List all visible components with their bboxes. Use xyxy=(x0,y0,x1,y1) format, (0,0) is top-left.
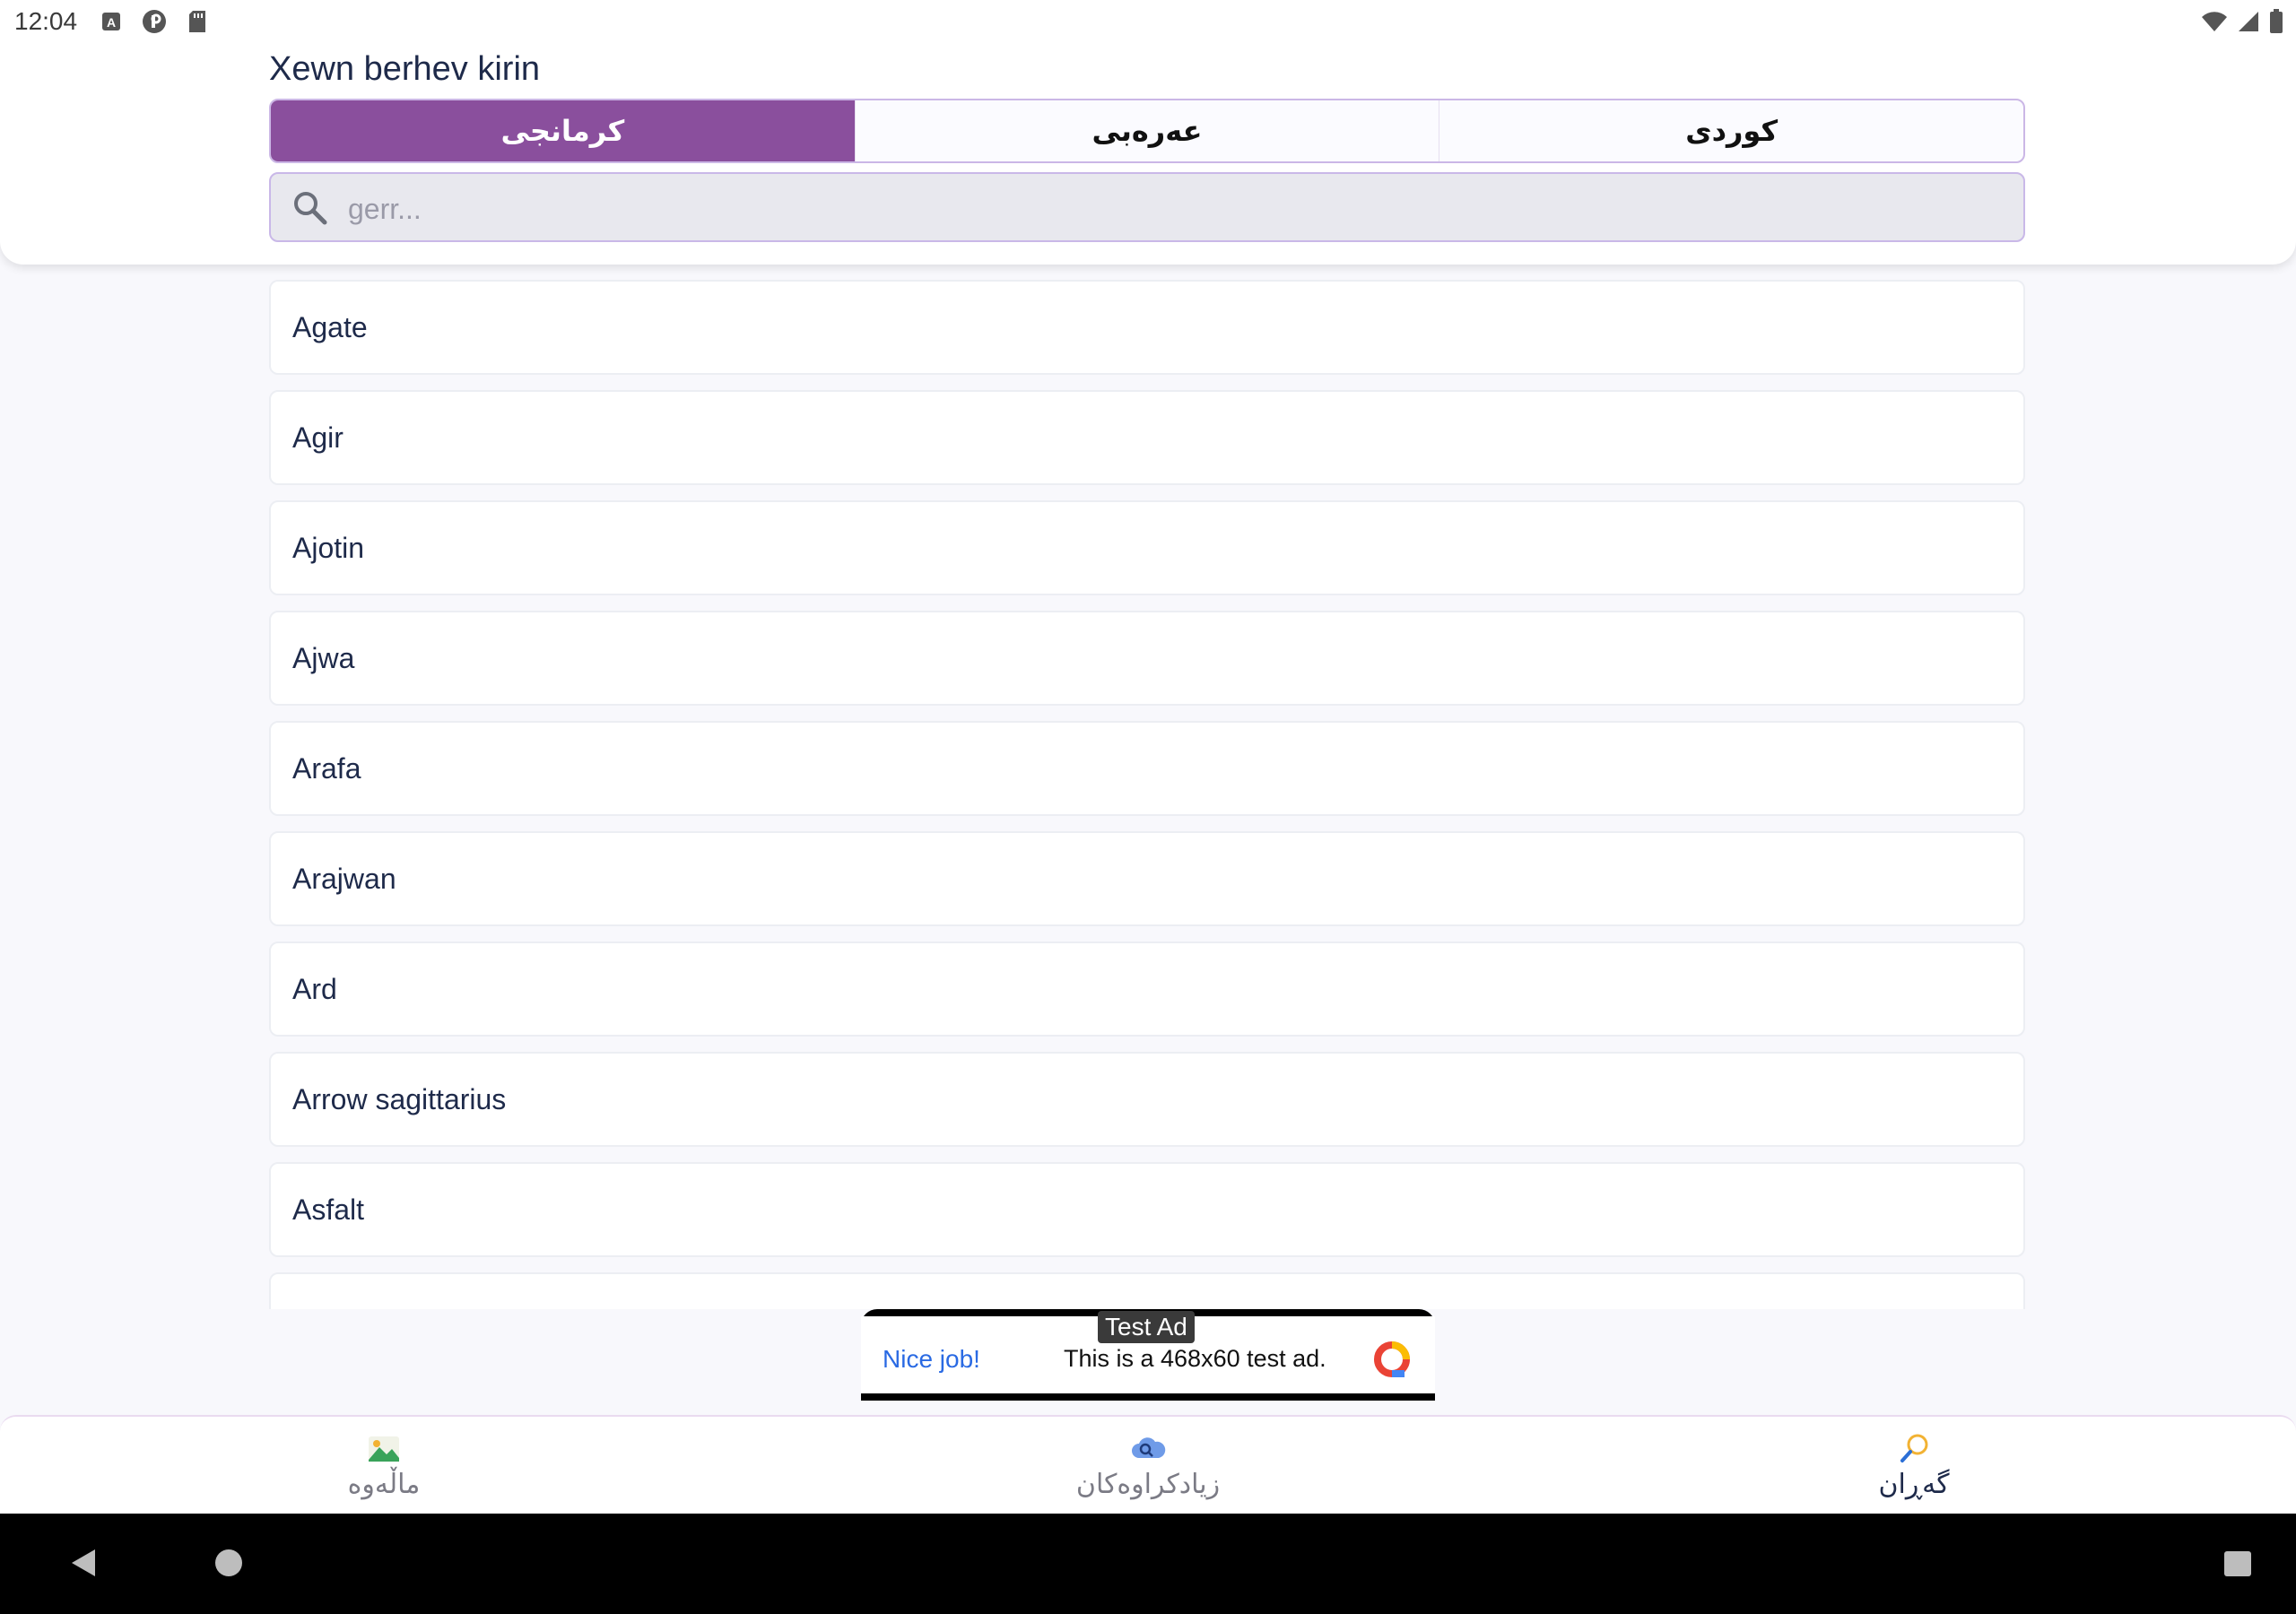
list-item-label: Ard xyxy=(292,973,337,1005)
search-input[interactable] xyxy=(346,183,2000,235)
ad-logo-icon xyxy=(1374,1341,1410,1377)
list-item[interactable]: Agate xyxy=(269,280,2025,375)
list-item-label: Ajotin xyxy=(292,532,365,564)
list-item[interactable]: Arafa xyxy=(269,721,2025,816)
list-item[interactable]: Ajwa xyxy=(269,611,2025,706)
system-navigation-bar xyxy=(0,1514,2296,1614)
system-status-icons xyxy=(2201,9,2283,34)
list-item-partial[interactable] xyxy=(269,1272,2025,1309)
list-item[interactable]: Asfalt xyxy=(269,1162,2025,1257)
ad-body: This is a 468x60 test ad. xyxy=(1064,1345,1326,1372)
nav-favorites-label: زیادکراوەکان xyxy=(1075,1469,1221,1500)
list-item[interactable]: Arrow sagittarius xyxy=(269,1052,2025,1147)
list-item[interactable]: Arajwan xyxy=(269,831,2025,926)
list-item-label: Arajwan xyxy=(292,863,396,895)
app-notification-icon: A xyxy=(99,9,124,34)
word-list: Agate Agir Ajotin Ajwa Arafa Arajwan Ard… xyxy=(269,278,2027,1309)
image-landscape-icon xyxy=(369,1436,399,1462)
list-item[interactable]: Ard xyxy=(269,941,2025,1037)
bottom-navigation: ماڵەوە زیادکراوەکان گەڕان xyxy=(0,1415,2296,1515)
magnifier-icon xyxy=(1900,1434,1928,1462)
search-icon xyxy=(294,192,327,225)
language-tabs: کرمانجی عەرەبی کوردی xyxy=(269,99,2025,163)
nav-favorites[interactable]: زیادکراوەکان xyxy=(1031,1433,1265,1508)
status-bar: 12:04 A xyxy=(0,0,2296,47)
tab-arabic[interactable]: عەرەبی xyxy=(854,100,1439,161)
tab-kurdish[interactable]: کوردی xyxy=(1439,100,2023,161)
notification-icons: A xyxy=(99,9,210,34)
list-item-label: Arrow sagittarius xyxy=(292,1083,507,1115)
ad-headline[interactable]: Nice job! xyxy=(883,1345,980,1374)
nav-search-label: گەڕان xyxy=(1878,1469,1950,1500)
back-icon[interactable] xyxy=(70,1548,97,1578)
list-item-label: Agir xyxy=(292,421,344,454)
pocket-notification-icon xyxy=(142,9,167,34)
svg-text:A: A xyxy=(107,15,116,30)
nav-search[interactable]: گەڕان xyxy=(1797,1433,2031,1508)
nav-home[interactable]: ماڵەوە xyxy=(267,1433,500,1508)
app-header: 12:04 A Xewn berhev kirin کرمانجی عەرەبی… xyxy=(0,0,2296,265)
list-item[interactable]: Agir xyxy=(269,390,2025,485)
list-item-label: Arafa xyxy=(292,752,361,785)
recents-icon[interactable] xyxy=(2224,1551,2251,1576)
sd-card-icon xyxy=(185,9,210,34)
cloud-search-icon xyxy=(1132,1437,1166,1458)
list-item-label: Ajwa xyxy=(292,642,355,674)
list-item-label: Agate xyxy=(292,311,368,343)
tab-kurmanji[interactable]: کرمانجی xyxy=(271,100,855,161)
status-time: 12:04 xyxy=(14,7,78,35)
ad-badge: Test Ad xyxy=(1098,1311,1195,1343)
wifi-icon xyxy=(2202,12,2227,31)
home-icon[interactable] xyxy=(215,1549,242,1576)
ad-banner[interactable]: Nice job! This is a 468x60 test ad. Test… xyxy=(861,1309,1435,1401)
list-item[interactable]: Ajotin xyxy=(269,500,2025,595)
nav-home-label: ماڵەوە xyxy=(347,1469,421,1500)
signal-icon xyxy=(2239,12,2258,31)
list-item-label: Asfalt xyxy=(292,1193,365,1226)
battery-icon xyxy=(2270,9,2283,33)
page-title: Xewn berhev kirin xyxy=(269,50,541,88)
search-bar[interactable] xyxy=(269,172,2025,242)
